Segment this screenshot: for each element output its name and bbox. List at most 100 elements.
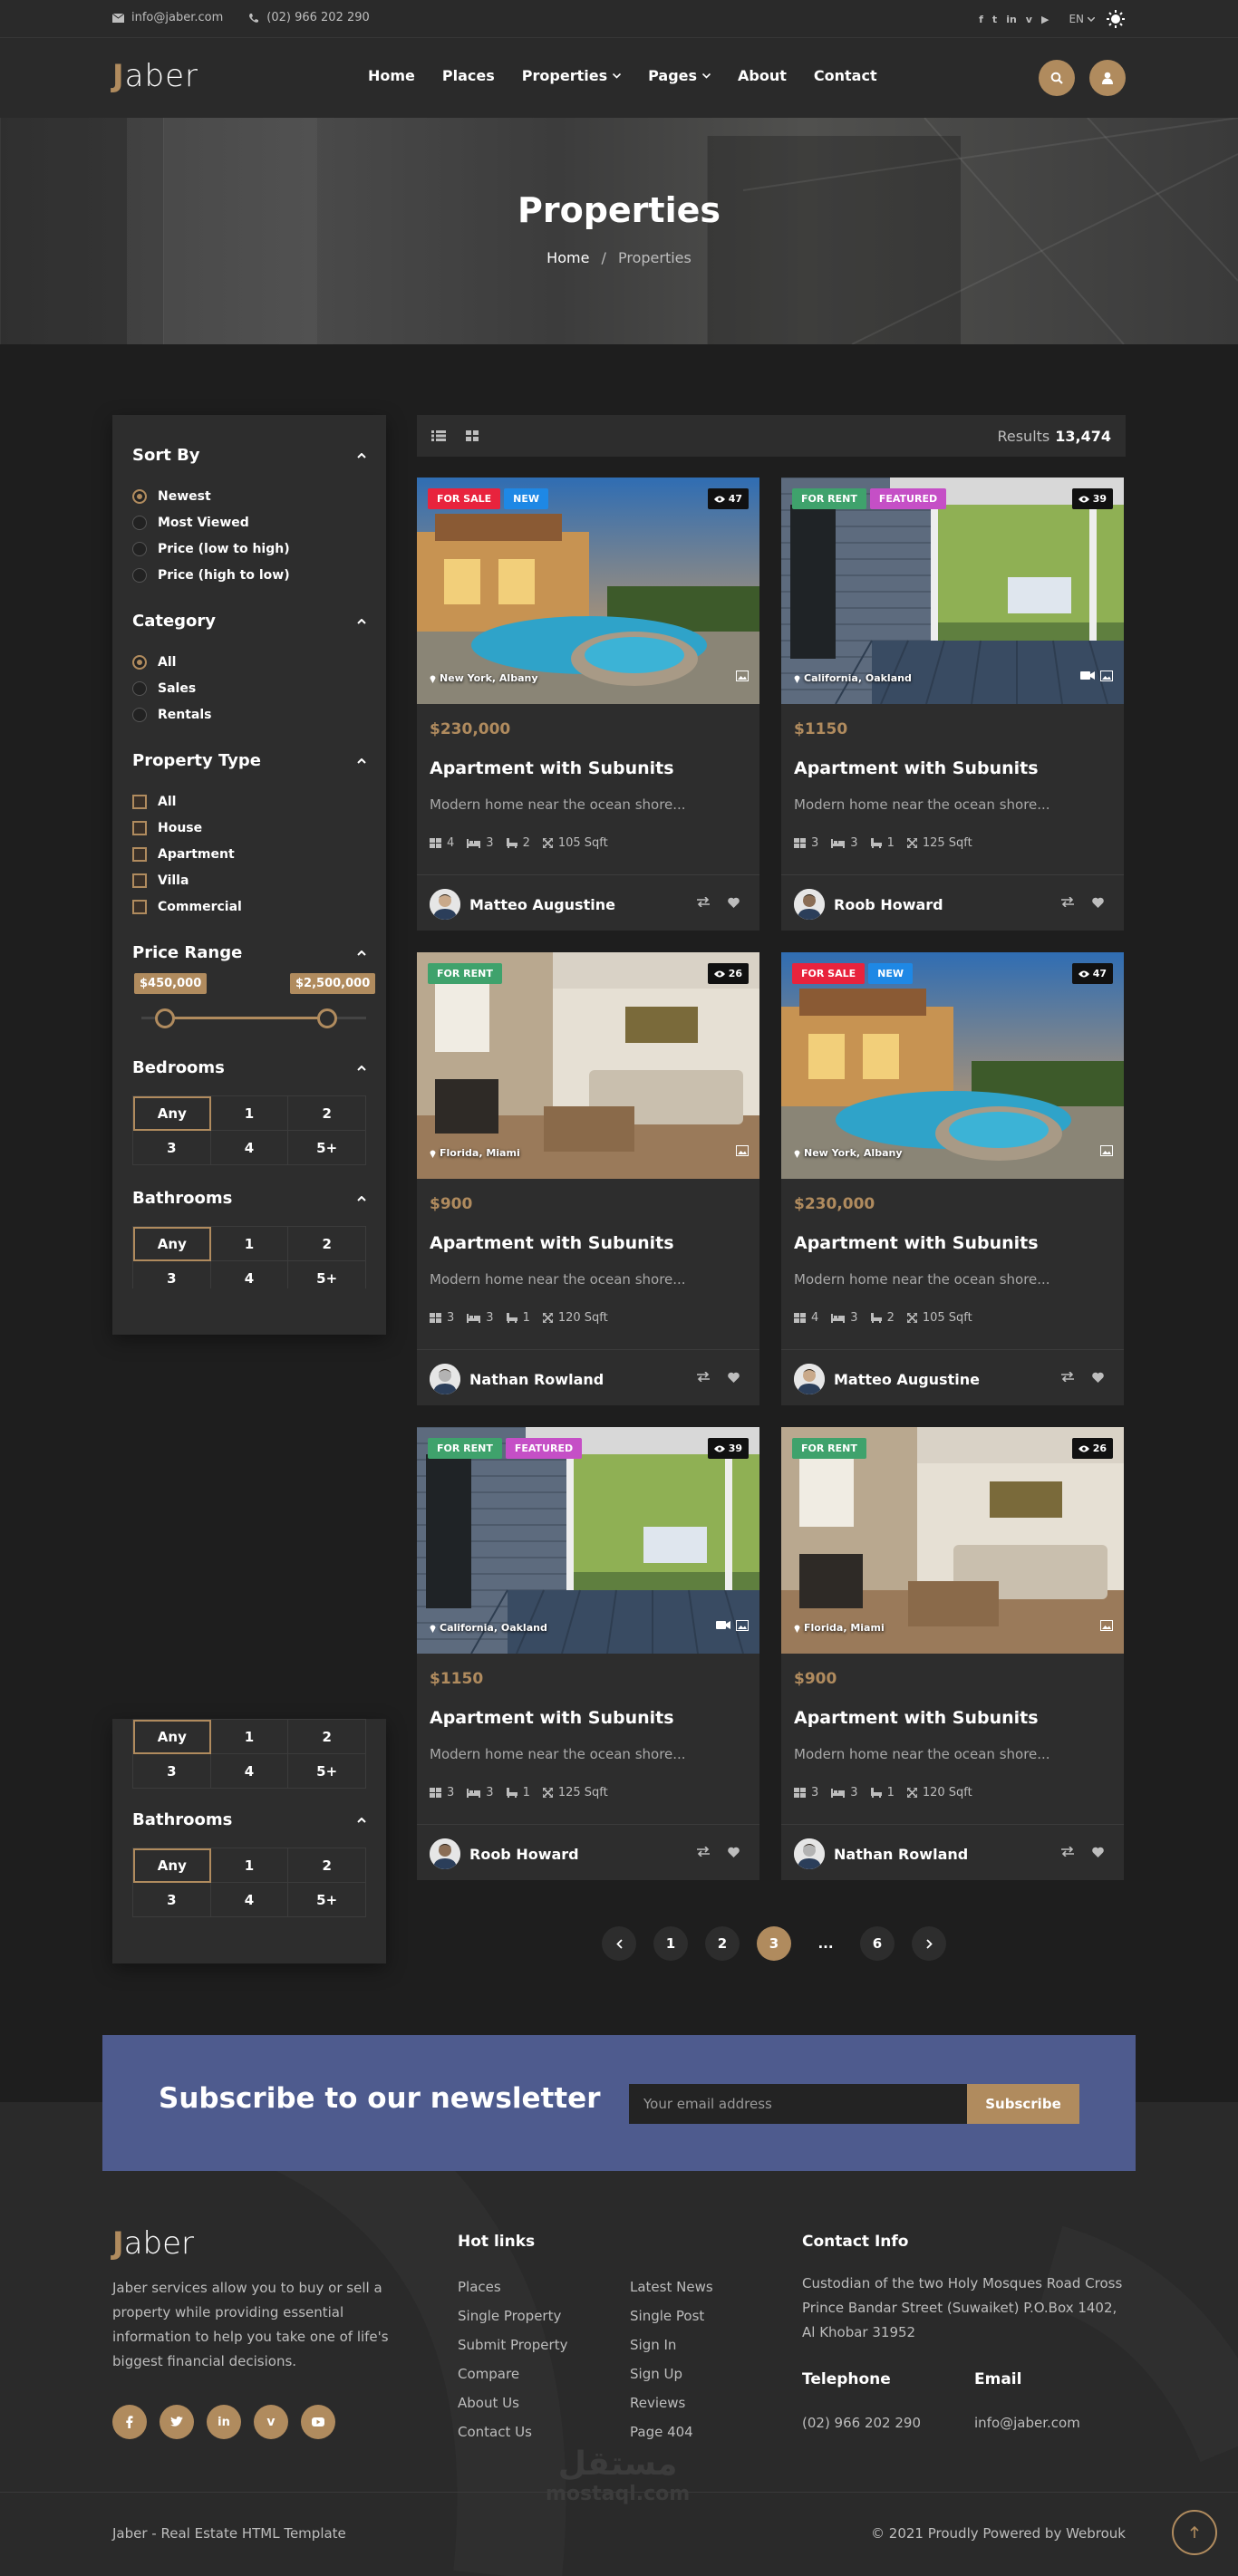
compare-icon[interactable]	[697, 897, 710, 907]
property-image[interactable]: FOR SALE NEW 47 New York, Albany	[781, 952, 1124, 1179]
pagination-page-3-active[interactable]: 3	[757, 1926, 791, 1961]
sort-option-price-low[interactable]: Price (low to high)	[132, 535, 366, 562]
agent-info[interactable]: Matteo Augustine	[430, 889, 615, 920]
bathrooms-option-any[interactable]: Any	[133, 1227, 211, 1261]
compare-icon[interactable]	[1061, 1847, 1074, 1857]
pagination-page-6[interactable]: 6	[860, 1926, 895, 1961]
bathrooms-option-4[interactable]: 4	[211, 1261, 289, 1288]
heart-icon[interactable]	[1092, 1372, 1104, 1383]
subscribe-button[interactable]: Subscribe	[967, 2084, 1079, 2124]
footer-link-compare[interactable]: Compare	[458, 2359, 567, 2388]
bedrooms-option-1[interactable]: 1	[210, 1720, 289, 1754]
footer-logo[interactable]: Jaber	[112, 2225, 194, 2262]
twitter-icon[interactable]	[160, 2405, 194, 2439]
property-title[interactable]: Apartment with Subunits	[430, 758, 674, 778]
bathrooms-option-any[interactable]: Any	[133, 1848, 211, 1883]
property-image[interactable]: FOR RENT FEATURED 39 California, Oakland	[781, 478, 1124, 704]
category-option-sales[interactable]: Sales	[132, 675, 366, 701]
media-icons[interactable]	[736, 1145, 749, 1156]
heart-icon[interactable]	[728, 1847, 740, 1857]
bathrooms-option-2[interactable]: 2	[288, 1848, 366, 1883]
property-title[interactable]: Apartment with Subunits	[794, 1233, 1039, 1253]
property-card[interactable]: FOR RENT FEATURED 39 California, Oakland $11…	[417, 1427, 759, 1880]
category-header[interactable]: Category	[132, 612, 366, 631]
bedrooms-option-3[interactable]: 3	[133, 1754, 211, 1789]
youtube-icon[interactable]: ▶	[1041, 14, 1049, 25]
linkedin-icon[interactable]: in	[207, 2405, 241, 2439]
facebook-icon[interactable]	[112, 2405, 147, 2439]
bedrooms-option-4[interactable]: 4	[210, 1754, 289, 1789]
list-view-icon[interactable]	[431, 430, 446, 441]
type-option-commercial[interactable]: Commercial	[132, 893, 366, 920]
bedrooms-option-1[interactable]: 1	[210, 1096, 289, 1131]
bedrooms-header[interactable]: Bedrooms	[132, 1058, 366, 1077]
agent-info[interactable]: Roob Howard	[794, 889, 943, 920]
bathrooms-option-5plus[interactable]: 5+	[288, 1261, 366, 1288]
back-to-top-button[interactable]	[1172, 2510, 1217, 2555]
footer-link-page-404[interactable]: Page 404	[630, 2417, 713, 2446]
vimeo-icon[interactable]: v	[1026, 14, 1032, 25]
type-option-villa[interactable]: Villa	[132, 867, 366, 893]
bedrooms-option-5plus[interactable]: 5+	[288, 1131, 366, 1165]
property-card[interactable]: FOR RENT FEATURED 39 California, Oakland $11…	[781, 478, 1124, 931]
language-select[interactable]: EN	[1069, 13, 1095, 25]
footer-link-sign-in[interactable]: Sign In	[630, 2330, 713, 2359]
slider-max-handle[interactable]	[317, 1008, 337, 1028]
twitter-icon[interactable]: t	[992, 14, 997, 25]
heart-icon[interactable]	[728, 1372, 740, 1383]
youtube-icon[interactable]	[301, 2405, 335, 2439]
media-icons[interactable]	[736, 671, 749, 681]
sun-icon[interactable]	[1106, 9, 1126, 29]
price-range-header[interactable]: Price Range	[132, 943, 366, 962]
media-icons[interactable]	[1100, 1145, 1113, 1156]
property-card[interactable]: FOR SALE NEW 47 New York, Albany $230,000 Apa…	[781, 952, 1124, 1405]
media-icons[interactable]	[1080, 671, 1113, 681]
bedrooms-option-3[interactable]: 3	[133, 1131, 211, 1165]
sort-option-most-viewed[interactable]: Most Viewed	[132, 509, 366, 535]
bathrooms-header[interactable]: Bathrooms	[132, 1189, 366, 1208]
agent-info[interactable]: Nathan Rowland	[430, 1364, 604, 1394]
bedrooms-option-any[interactable]: Any	[133, 1096, 211, 1131]
bedrooms-option-4[interactable]: 4	[210, 1131, 289, 1165]
nav-home[interactable]: Home	[368, 67, 415, 84]
sort-option-newest[interactable]: Newest	[132, 483, 366, 509]
linkedin-icon[interactable]: in	[1006, 14, 1017, 25]
account-button[interactable]	[1089, 60, 1126, 96]
property-title[interactable]: Apartment with Subunits	[794, 1708, 1039, 1728]
property-image[interactable]: FOR RENT FEATURED 39 California, Oakland	[417, 1427, 759, 1654]
property-image[interactable]: FOR SALE NEW 47 New York, Albany	[417, 478, 759, 704]
property-type-header[interactable]: Property Type	[132, 751, 366, 770]
bathrooms-option-1[interactable]: 1	[210, 1848, 289, 1883]
property-image[interactable]: FOR RENT 26 Florida, Miami	[781, 1427, 1124, 1654]
sort-option-price-high[interactable]: Price (high to low)	[132, 562, 366, 588]
compare-icon[interactable]	[1061, 897, 1074, 907]
newsletter-email-input[interactable]: Your email address	[629, 2084, 967, 2124]
compare-icon[interactable]	[697, 1372, 710, 1382]
footer-email[interactable]: info@jaber.com	[974, 2411, 1080, 2436]
bedrooms-option-2[interactable]: 2	[288, 1096, 366, 1131]
bathrooms-option-2[interactable]: 2	[288, 1227, 366, 1261]
compare-icon[interactable]	[697, 1847, 710, 1857]
slider-min-handle[interactable]	[155, 1008, 175, 1028]
grid-view-icon[interactable]	[466, 430, 479, 441]
bathrooms-option-1[interactable]: 1	[210, 1227, 289, 1261]
footer-link-about-us[interactable]: About Us	[458, 2388, 567, 2417]
footer-link-single-post[interactable]: Single Post	[630, 2301, 713, 2330]
pagination-page-1[interactable]: 1	[653, 1926, 688, 1961]
pagination-page-2[interactable]: 2	[705, 1926, 740, 1961]
category-option-all[interactable]: All	[132, 649, 366, 675]
price-range-slider[interactable]: $450,000 $2,500,000	[132, 970, 376, 1042]
footer-link-single-property[interactable]: Single Property	[458, 2301, 567, 2330]
nav-pages[interactable]: Pages	[648, 67, 711, 84]
media-icons[interactable]	[1100, 1620, 1113, 1631]
property-image[interactable]: FOR RENT 26 Florida, Miami	[417, 952, 759, 1179]
property-card[interactable]: FOR RENT 26 Florida, Miami $900 Apartment wi…	[781, 1427, 1124, 1880]
footer-link-sign-up[interactable]: Sign Up	[630, 2359, 713, 2388]
footer-link-places[interactable]: Places	[458, 2272, 567, 2301]
agent-info[interactable]: Matteo Augustine	[794, 1364, 980, 1394]
footer-link-submit-property[interactable]: Submit Property	[458, 2330, 567, 2359]
nav-contact[interactable]: Contact	[814, 67, 877, 84]
bathrooms-option-3[interactable]: 3	[133, 1261, 211, 1288]
property-title[interactable]: Apartment with Subunits	[794, 758, 1039, 778]
heart-icon[interactable]	[728, 897, 740, 908]
